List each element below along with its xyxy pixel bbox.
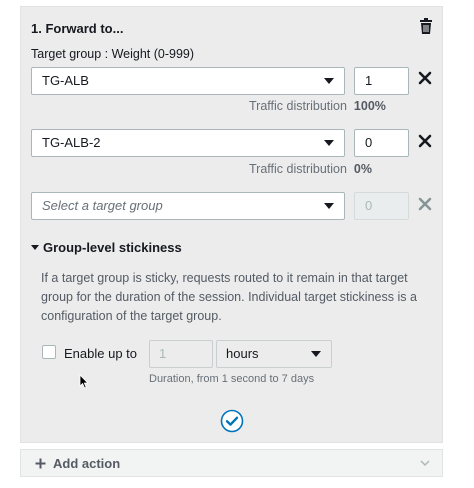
action-title: 1. Forward to... (31, 21, 124, 36)
target-group-select-2[interactable]: TG-ALB-2 (31, 129, 345, 157)
mouse-cursor-icon (79, 374, 89, 389)
chevron-down-icon (420, 460, 430, 466)
close-icon[interactable] (418, 134, 432, 148)
duration-hint: Duration, from 1 second to 7 days (149, 373, 315, 385)
close-icon (418, 197, 432, 211)
caret-down-icon (31, 245, 39, 251)
traffic-distribution-value: 100% (353, 99, 386, 113)
duration-input[interactable]: 1 (149, 340, 213, 368)
stickiness-description: If a target group is sticky, requests ro… (41, 271, 417, 323)
trash-icon[interactable] (419, 18, 433, 34)
traffic-distribution-label: Traffic distribution (249, 99, 347, 113)
caret-down-icon (324, 78, 334, 84)
plus-icon (35, 458, 46, 469)
add-action-bar[interactable]: Add action (20, 449, 443, 477)
caret-down-icon (324, 203, 334, 209)
weight-input-new: 0 (354, 192, 409, 220)
caret-down-icon (324, 140, 334, 146)
target-group-select-2-value: TG-ALB-2 (42, 135, 101, 150)
add-action-label: Add action (53, 456, 121, 471)
traffic-distribution-1: Traffic distribution 100% (249, 99, 386, 113)
duration-unit-select[interactable]: hours (216, 340, 332, 368)
forward-action-panel: 1. Forward to... Target group : Weight (… (20, 6, 443, 443)
caret-down-icon (311, 351, 321, 357)
weight-input-2[interactable]: 0 (354, 129, 409, 157)
stickiness-heading: Group-level stickiness (43, 240, 182, 255)
target-group-select-1-value: TG-ALB (42, 73, 89, 88)
target-group-select-new[interactable]: Select a target group (31, 192, 345, 220)
weight-input-1[interactable]: 1 (354, 67, 409, 95)
duration-unit-value: hours (226, 346, 259, 361)
stickiness-toggle[interactable]: Group-level stickiness (31, 240, 182, 255)
target-group-select-placeholder: Select a target group (42, 198, 163, 213)
enable-stickiness-label[interactable]: Enable up to (64, 346, 137, 361)
check-circle-icon[interactable] (220, 409, 244, 433)
target-group-weight-label: Target group : Weight (0-999) (31, 47, 195, 61)
traffic-distribution-label: Traffic distribution (249, 162, 347, 176)
traffic-distribution-2: Traffic distribution 0% (249, 162, 372, 176)
close-icon[interactable] (418, 71, 432, 85)
enable-stickiness-checkbox[interactable] (42, 345, 56, 359)
traffic-distribution-value: 0% (353, 162, 372, 176)
target-group-select-1[interactable]: TG-ALB (31, 67, 345, 95)
